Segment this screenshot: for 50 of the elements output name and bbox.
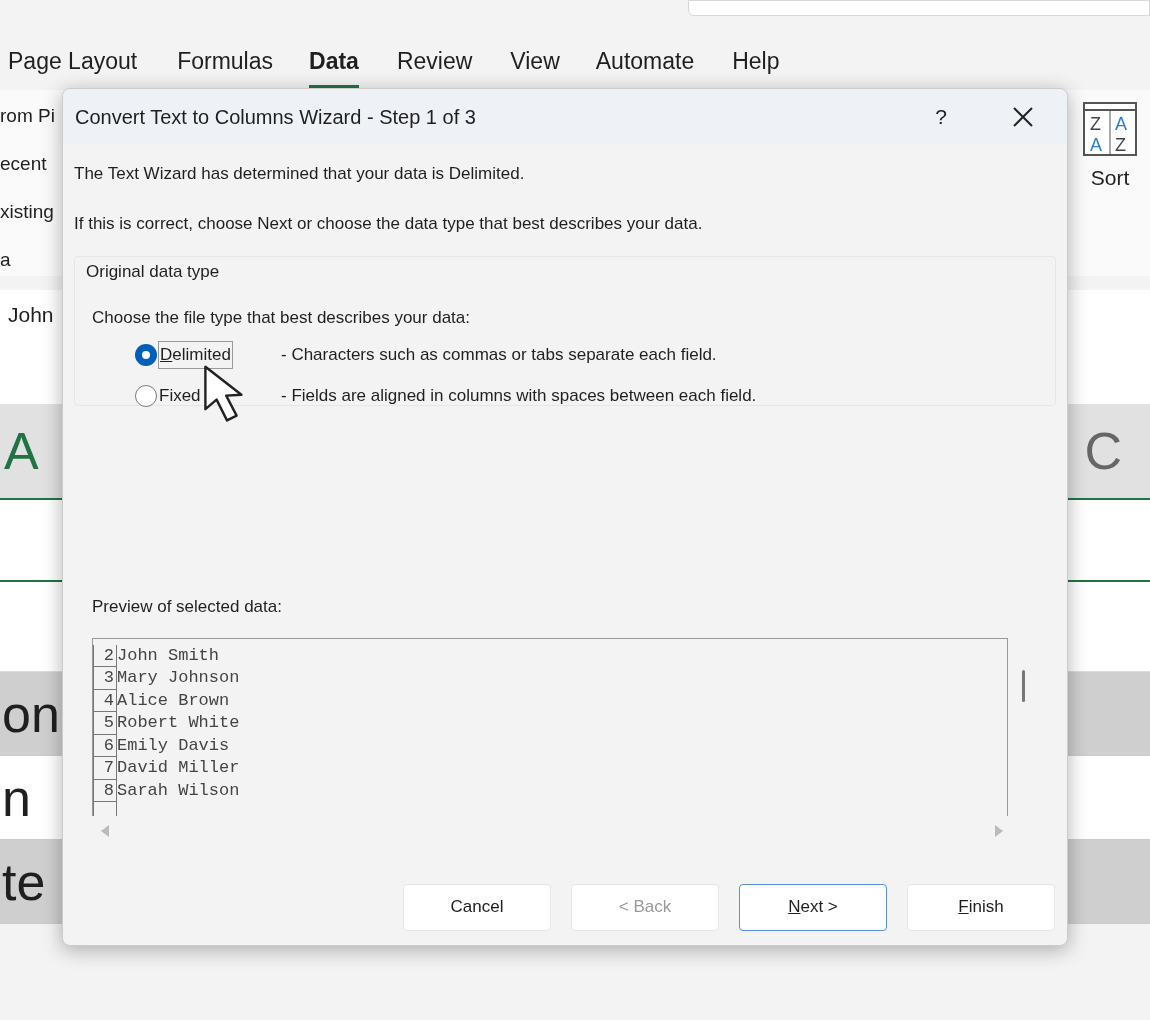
hint-text: If this is correct, choose Next or choose the data type that best describes your data. bbox=[74, 212, 704, 235]
line-number: 6 bbox=[93, 734, 117, 757]
close-icon[interactable] bbox=[1013, 107, 1033, 127]
dialog-title: Convert Text to Columns Wizard - Step 1 of 3 bbox=[75, 105, 477, 130]
ribbon-tab[interactable]: Automate bbox=[595, 40, 695, 88]
line-number: 7 bbox=[93, 757, 117, 780]
ribbon-tab[interactable]: Review bbox=[396, 40, 473, 88]
formula-bar-value: John bbox=[8, 302, 54, 329]
preview-row-text: David Miller bbox=[117, 757, 240, 779]
radio-label[interactable]: Delimited bbox=[158, 341, 233, 369]
line-number: 8 bbox=[93, 779, 117, 802]
preview-row: Alice Brown bbox=[117, 689, 230, 712]
cell-text: te bbox=[2, 851, 46, 913]
group-title: Original data type bbox=[86, 261, 221, 283]
ribbon-command[interactable]: a bbox=[0, 248, 62, 272]
line-number: 3 bbox=[93, 667, 117, 690]
sort-icon[interactable]: Z A A Z bbox=[1083, 102, 1137, 156]
ribbon-command[interactable]: xisting bbox=[0, 200, 62, 224]
ribbon-tab[interactable]: Help bbox=[732, 40, 780, 88]
option-description: - Fields are aligned in columns with spaces between each field. bbox=[281, 385, 757, 408]
intro-text: The Text Wizard has determined that your data is Delimited. bbox=[74, 163, 526, 185]
ribbon-command[interactable]: rom Pi bbox=[0, 104, 62, 128]
dialog-button[interactable]: Cancel bbox=[403, 883, 551, 931]
cell-text: on bbox=[2, 683, 60, 745]
ribbon-tab[interactable]: Page Layout bbox=[8, 40, 138, 88]
preview-row-text: Robert White bbox=[117, 712, 240, 734]
preview-row: Emily Davis bbox=[117, 734, 230, 757]
column-header[interactable]: C bbox=[1084, 412, 1122, 490]
column-header[interactable]: A bbox=[4, 412, 39, 490]
prompt-text: Choose the file type that best describes your data: bbox=[91, 306, 471, 329]
preview-row-text: Mary Johnson bbox=[117, 667, 240, 689]
preview-label: Preview of selected data: bbox=[92, 596, 283, 618]
radio-button[interactable] bbox=[135, 385, 157, 407]
dialog-button[interactable]: Next > bbox=[739, 883, 887, 931]
option-description: - Characters such as commas or tabs separate each field. bbox=[281, 344, 717, 367]
line-number: 5 bbox=[93, 712, 117, 735]
cell-text: n bbox=[2, 767, 31, 829]
preview-row: Sarah Wilson bbox=[117, 779, 240, 802]
line-number: 2 bbox=[93, 644, 117, 667]
radio-button[interactable] bbox=[135, 344, 157, 366]
help-button[interactable]: ? bbox=[935, 101, 947, 133]
ribbon-tab[interactable]: Formulas bbox=[177, 40, 274, 88]
line-number: 4 bbox=[93, 689, 117, 712]
sort-label[interactable]: Sort bbox=[1090, 162, 1130, 194]
scrollbar-thumb[interactable] bbox=[1022, 669, 1025, 702]
ribbon-command[interactable]: ecent bbox=[0, 152, 62, 176]
ribbon-tab[interactable]: View bbox=[510, 40, 560, 88]
dialog-button[interactable]: Finish bbox=[907, 883, 1055, 931]
radio-label[interactable]: Fixed bbox=[158, 383, 202, 409]
preview-row: John Smith bbox=[117, 644, 220, 667]
